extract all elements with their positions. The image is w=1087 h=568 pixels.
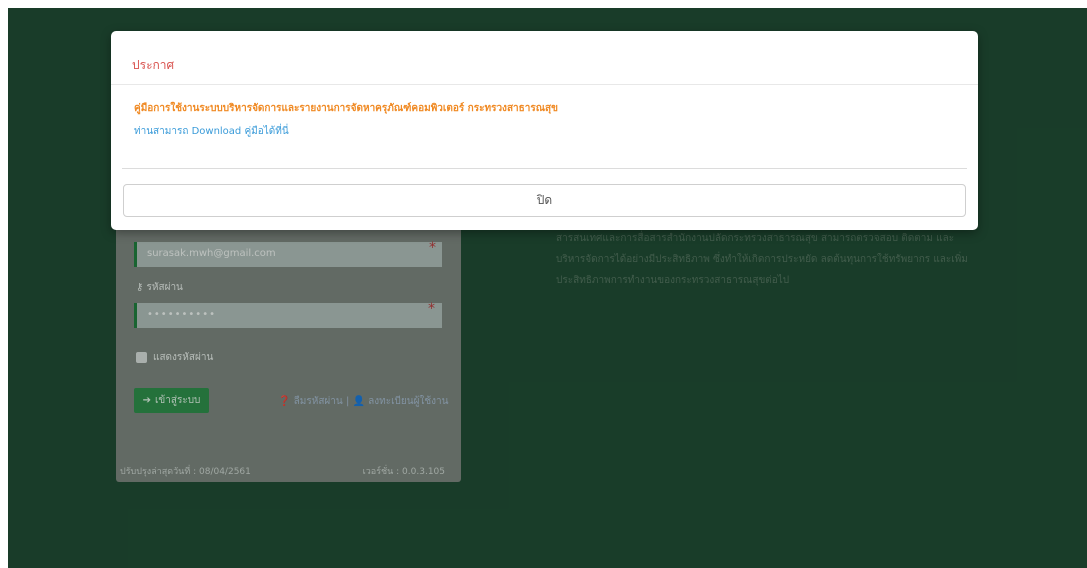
manual-download-link[interactable]: ท่านสามารถ Download คู่มือได้ที่นี่ (134, 124, 289, 139)
close-button[interactable]: ปิด (123, 184, 966, 217)
modal-header-divider (111, 84, 978, 85)
manual-headline: คู่มือการใช้งานระบบบริหารจัดการและรายงาน… (134, 103, 558, 114)
announcement-modal: ประกาศ คู่มือการใช้งานระบบบริหารจัดการแล… (111, 31, 978, 230)
modal-title: ประกาศ (132, 58, 175, 72)
modal-footer-divider (122, 168, 967, 169)
close-button-label: ปิด (536, 193, 553, 207)
